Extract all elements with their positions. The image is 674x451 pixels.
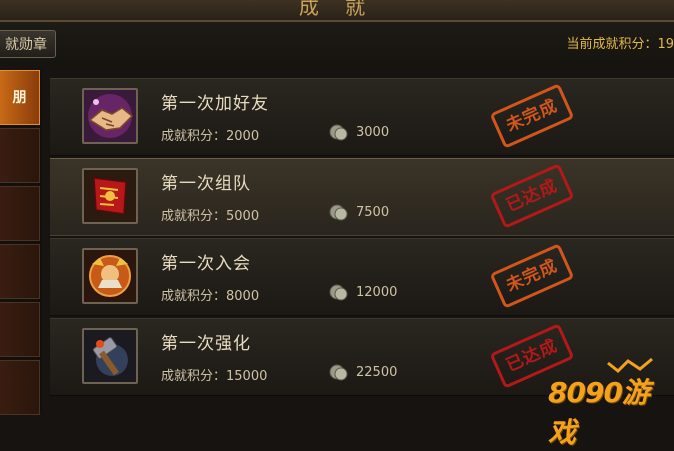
- achievement-score: 成就积分：2000: [161, 129, 260, 144]
- category-sidebar: 朋: [0, 70, 42, 415]
- achievement-name: 第一次强化: [161, 334, 251, 354]
- coin-reward: 7500: [356, 205, 390, 220]
- current-points-label: 当前成就积分：19: [566, 37, 674, 52]
- achievement-name: 第一次组队: [161, 174, 251, 194]
- coin-reward: 12000: [356, 285, 398, 300]
- achievement-score: 成就积分：5000: [161, 209, 260, 224]
- watermark-logo: 8090游戏: [548, 376, 650, 449]
- sidebar-item[interactable]: [0, 128, 40, 183]
- sidebar-item-friends[interactable]: 朋: [0, 70, 40, 125]
- achievement-name: 第一次入会: [161, 254, 251, 274]
- coin-reward: 22500: [356, 365, 398, 380]
- sidebar-item[interactable]: [0, 360, 40, 415]
- banner-icon: [82, 168, 138, 224]
- achievement-row[interactable]: 第一次入会 成就积分：8000 12000 未完成: [50, 238, 674, 316]
- achievement-row[interactable]: 第一次加好友 成就积分：2000 3000 未完成: [50, 78, 674, 156]
- status-stamp-complete: 已达成: [489, 163, 575, 229]
- forge-hammer-icon: [82, 328, 138, 384]
- coin-icon: [329, 284, 348, 301]
- achievement-row[interactable]: 第一次组队 成就积分：5000 7500 已达成: [50, 158, 674, 236]
- sidebar-item[interactable]: [0, 244, 40, 299]
- achievement-score: 成就积分：15000: [161, 369, 268, 384]
- achievement-score: 成就积分：8000: [161, 289, 260, 304]
- coin-reward: 3000: [356, 125, 390, 140]
- title-bar: 成 就: [0, 0, 674, 22]
- sidebar-item[interactable]: [0, 186, 40, 241]
- site-watermark: 8090游戏: [548, 357, 674, 449]
- handshake-icon: [82, 88, 138, 144]
- status-stamp-incomplete: 未完成: [489, 83, 575, 149]
- achievement-name: 第一次加好友: [161, 94, 269, 114]
- tab-medals[interactable]: 就勋章: [0, 30, 56, 58]
- sidebar-item[interactable]: [0, 302, 40, 357]
- window-title: 成 就: [298, 0, 376, 19]
- guild-emblem-icon: [82, 248, 138, 304]
- coin-icon: [329, 364, 348, 381]
- coin-icon: [329, 124, 348, 141]
- coin-icon: [329, 204, 348, 221]
- status-stamp-incomplete: 未完成: [489, 243, 575, 309]
